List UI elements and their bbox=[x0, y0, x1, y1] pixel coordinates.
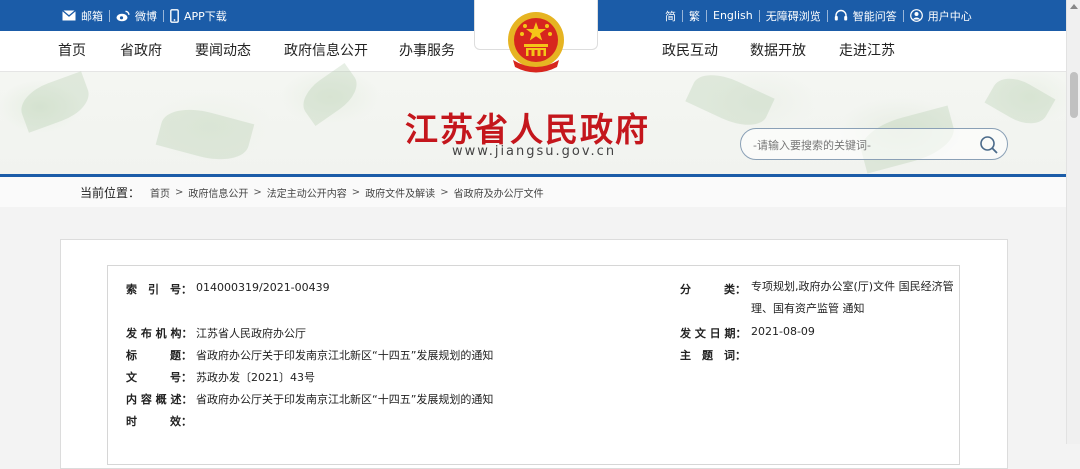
headset-icon bbox=[834, 9, 847, 21]
nav-interaction[interactable]: 政民互动 bbox=[662, 31, 718, 72]
accessible-browsing-link[interactable]: 无障碍浏览 bbox=[760, 8, 827, 24]
summary-value: 省政府办公厅关于印发南京江北新区“十四五”发展规划的通知 bbox=[196, 393, 494, 406]
phone-icon bbox=[170, 8, 179, 23]
smart-qa-label: 智能问答 bbox=[852, 9, 897, 23]
breadcrumb-item-info-disclosure[interactable]: 政府信息公开 bbox=[188, 185, 248, 200]
weibo-icon bbox=[116, 10, 130, 21]
breadcrumb-item-home[interactable]: 首页 bbox=[150, 185, 170, 200]
app-download-label: APP下载 bbox=[184, 9, 227, 23]
traditional-label: 繁 bbox=[689, 9, 700, 23]
leaf-decoration bbox=[295, 62, 365, 127]
leaf-decoration bbox=[155, 101, 255, 168]
title-value: 省政府办公厅关于印发南京江北新区“十四五”发展规划的通知 bbox=[196, 349, 494, 362]
weibo-link[interactable]: 微博 bbox=[110, 8, 163, 24]
search-icon[interactable] bbox=[979, 135, 999, 155]
document-number-label: 文 号： bbox=[126, 371, 192, 384]
scrollbar-thumb[interactable] bbox=[1070, 72, 1078, 118]
english-label: English bbox=[713, 9, 753, 22]
publisher-label: 发 布 机 构： bbox=[126, 327, 193, 340]
weibo-label: 微博 bbox=[135, 9, 157, 23]
nav-about-jiangsu[interactable]: 走进江苏 bbox=[839, 31, 895, 72]
leaf-decoration bbox=[15, 71, 95, 133]
issue-date-value: 2021-08-09 bbox=[751, 325, 815, 338]
nav-info-disclosure[interactable]: 政府信息公开 bbox=[284, 31, 368, 72]
search-box bbox=[740, 128, 1008, 160]
chevron-right-icon: > bbox=[351, 186, 361, 198]
top-bar-left: 邮箱 微博 APP下载 bbox=[56, 0, 233, 31]
user-center-label: 用户中心 bbox=[927, 9, 972, 23]
breadcrumb-item-statutory-content[interactable]: 法定主动公开内容 bbox=[267, 185, 347, 200]
mail-link[interactable]: 邮箱 bbox=[56, 8, 109, 24]
search-input[interactable] bbox=[753, 136, 973, 154]
document-number-value: 苏政办发〔2021〕43号 bbox=[196, 371, 315, 384]
validity-label: 时 效： bbox=[126, 415, 192, 428]
breadcrumb-item-office-documents[interactable]: 省政府及办公厅文件 bbox=[454, 185, 544, 200]
nav-province[interactable]: 省政府 bbox=[120, 31, 162, 72]
index-number-value: 014000319/2021-00439 bbox=[196, 281, 330, 294]
breadcrumb-item-gov-documents[interactable]: 政府文件及解读 bbox=[365, 185, 435, 200]
chevron-right-icon: > bbox=[175, 186, 184, 198]
page-scrollbar[interactable] bbox=[1066, 0, 1080, 444]
leaf-decoration bbox=[984, 69, 1056, 133]
issue-date-label: 发 文 日 期： bbox=[680, 327, 747, 340]
nav-services[interactable]: 办事服务 bbox=[399, 31, 455, 72]
category-label: 分 类： bbox=[680, 283, 746, 296]
english-link[interactable]: English bbox=[707, 9, 759, 22]
national-emblem-icon bbox=[508, 12, 564, 73]
simplified-chinese-link[interactable]: 简 bbox=[659, 8, 682, 24]
site-url: www.jiangsu.gov.cn bbox=[452, 144, 617, 159]
nav-news[interactable]: 要闻动态 bbox=[195, 31, 251, 72]
publisher-value: 江苏省人民政府办公厅 bbox=[196, 327, 306, 340]
user-icon bbox=[909, 9, 923, 22]
summary-label: 内 容 概 述： bbox=[126, 393, 193, 406]
breadcrumb: 当前位置： 首页 > 政府信息公开 > 法定主动公开内容 > 政府文件及解读 >… bbox=[80, 177, 544, 207]
nav-home[interactable]: 首页 bbox=[58, 31, 86, 72]
simplified-label: 简 bbox=[665, 9, 676, 23]
mail-icon bbox=[62, 10, 76, 21]
breadcrumb-bar: 当前位置： 首页 > 政府信息公开 > 法定主动公开内容 > 政府文件及解读 >… bbox=[0, 174, 1066, 207]
nav-open-data[interactable]: 数据开放 bbox=[750, 31, 806, 72]
subject-words-label: 主 题 词： bbox=[680, 349, 746, 362]
breadcrumb-lead: 当前位置： bbox=[80, 185, 141, 200]
chevron-right-icon: > bbox=[440, 186, 449, 198]
top-bar-right: 简 繁 English 无障碍浏览 智能问答 用户中心 bbox=[659, 0, 978, 31]
index-number-label: 索 引 号： bbox=[126, 283, 192, 296]
traditional-chinese-link[interactable]: 繁 bbox=[683, 8, 706, 24]
title-label: 标 题： bbox=[126, 349, 192, 362]
smart-qa-link[interactable]: 智能问答 bbox=[828, 8, 903, 24]
category-value: 专项规划,政府办公室(厅)文件 国民经济管理、国有资产监管 通知 bbox=[751, 280, 954, 315]
user-center-link[interactable]: 用户中心 bbox=[904, 8, 978, 24]
mail-label: 邮箱 bbox=[81, 9, 103, 23]
app-download-link[interactable]: APP下载 bbox=[164, 8, 233, 24]
accessible-label: 无障碍浏览 bbox=[765, 9, 821, 23]
leaf-decoration bbox=[685, 64, 775, 136]
chevron-right-icon: > bbox=[253, 186, 262, 198]
scroll-up-arrow-icon[interactable] bbox=[1070, 4, 1078, 9]
